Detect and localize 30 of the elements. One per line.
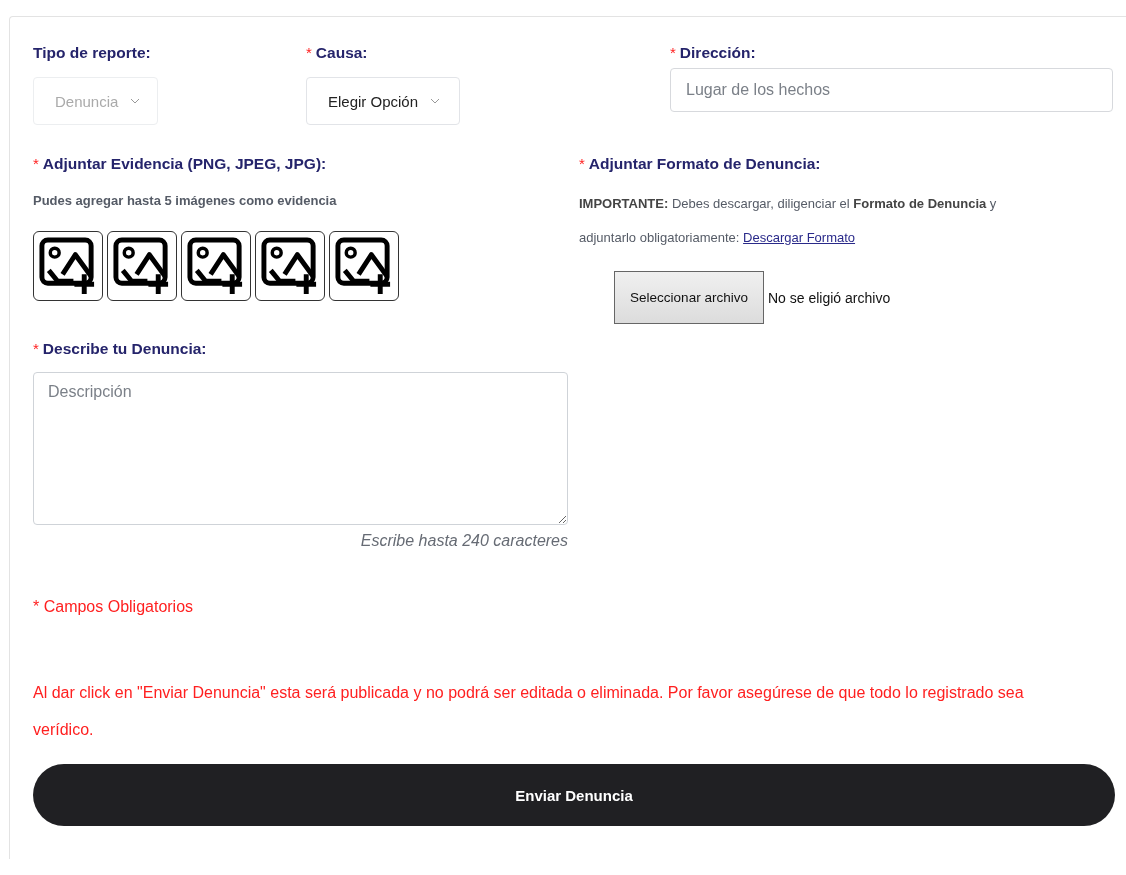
field-label: Adjuntar Evidencia (PNG, JPEG, JPG): (42, 155, 327, 173)
choose-file-button[interactable]: Seleccionar archivo (614, 271, 764, 324)
field-label: Tipo de reporte: (33, 44, 151, 62)
download-link[interactable]: Descargar Formato (743, 230, 856, 245)
description-field[interactable]: Descripción (33, 372, 568, 525)
chevron-icon (130, 98, 141, 104)
file-status: No se eligió archivo (768, 289, 891, 306)
important-note: IMPORTANTE: Debes descargar, diligenciar el Formato de Denuncia y adjuntarlo obligatoriamente: Descargar Formato (579, 195, 998, 247)
warning-text: Al dar click en "Enviar Denuncia" esta será publicada y no podrá ser editada o eliminada. Por favor asegúrese de que todo lo registrado sea verídico. (33, 683, 1025, 740)
required-fields-note: * Campos Obligatorios (33, 598, 195, 616)
character-limit-hint: Escribe hasta 240 caracteres (359, 532, 568, 550)
chevron-icon (430, 98, 441, 104)
add-image-button[interactable] (255, 231, 325, 301)
required-mark: * (306, 44, 312, 61)
select-field[interactable]: Elegir Opción (306, 77, 460, 125)
submit-button[interactable]: Enviar Denuncia (33, 764, 1115, 826)
field-label: Dirección: (679, 44, 756, 62)
add-image-button[interactable] (107, 231, 177, 301)
add-image-button[interactable] (33, 231, 103, 301)
evidence-hint: Pudes agregar hasta 5 imágenes como evidencia (33, 193, 338, 208)
field-label: Adjuntar Formato de Denuncia: (588, 155, 821, 173)
required-mark: * (670, 44, 676, 61)
field-label: Describe tu Denuncia: (42, 340, 207, 358)
required-mark: * (33, 155, 39, 172)
required-mark: * (33, 340, 39, 357)
add-image-button[interactable] (181, 231, 251, 301)
address-field[interactable]: Lugar de los hechos (670, 68, 1113, 112)
add-image-button[interactable] (329, 231, 399, 301)
field-label: Causa: (315, 44, 368, 62)
required-mark: * (579, 155, 585, 172)
